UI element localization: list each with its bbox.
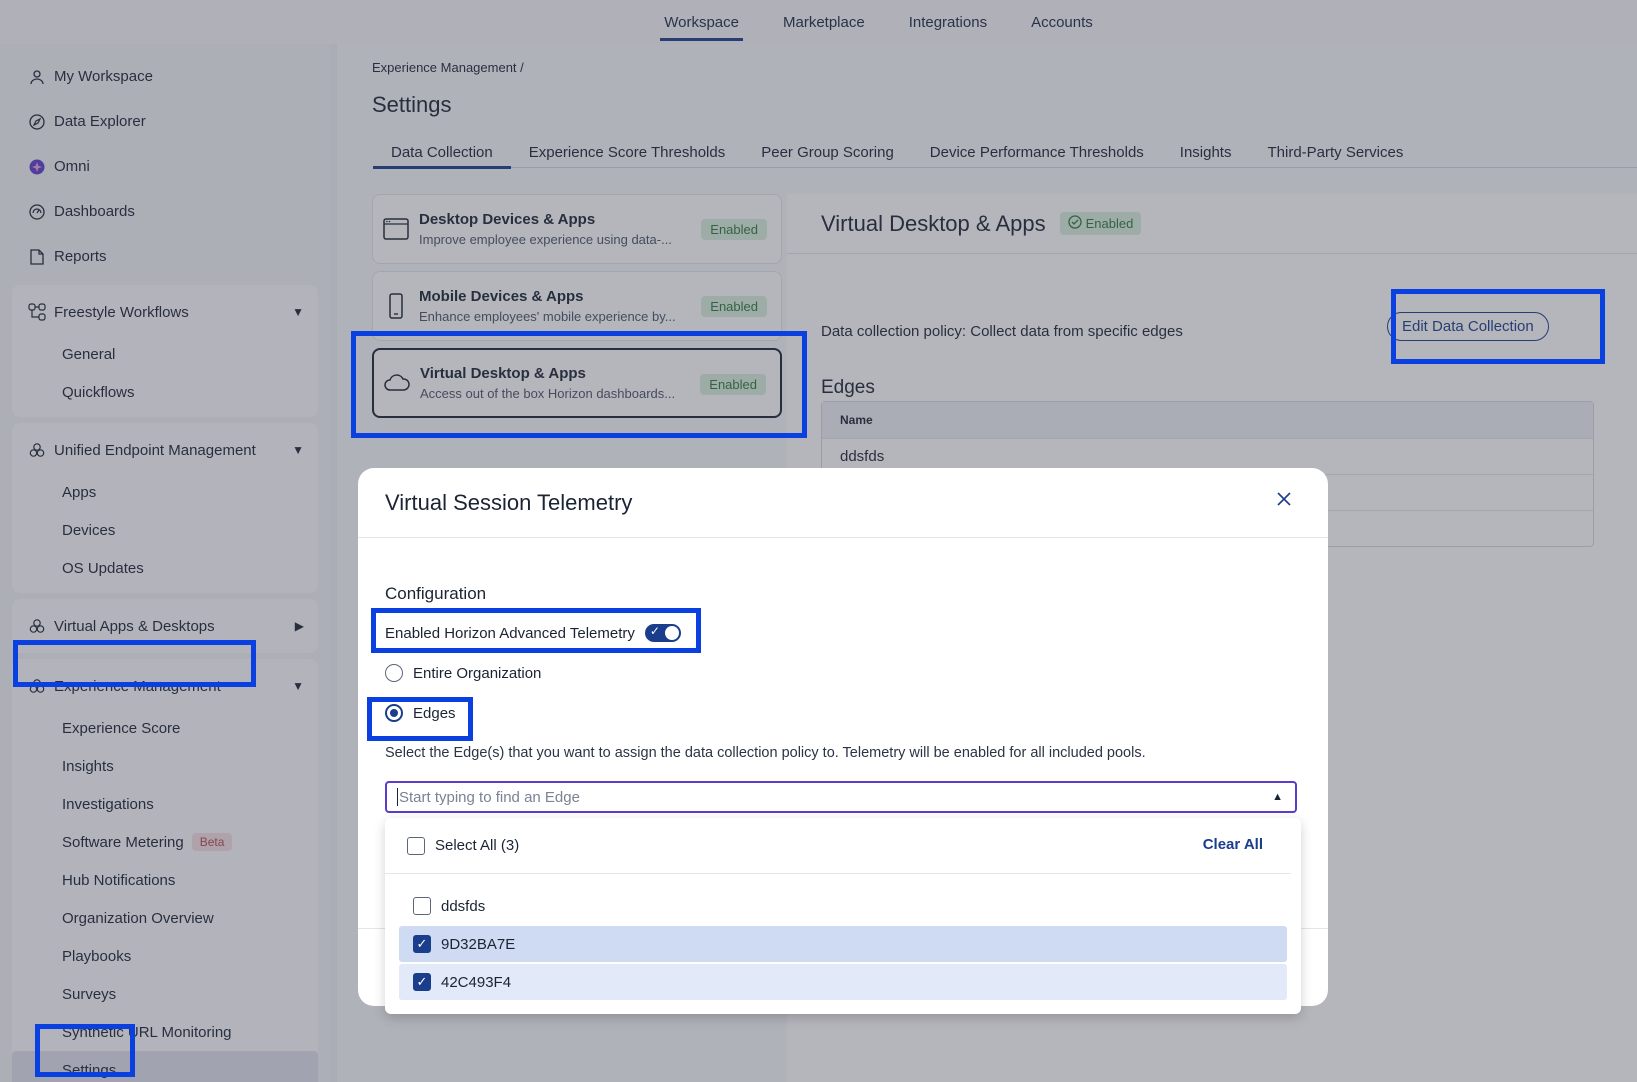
option-checkbox[interactable]: ✓ bbox=[413, 935, 431, 953]
modal-header: Virtual Session Telemetry bbox=[358, 468, 1328, 538]
radio-label: Entire Organization bbox=[413, 664, 542, 682]
page: Workspace Marketplace Integrations Accou… bbox=[0, 0, 1637, 1082]
radio-button[interactable] bbox=[385, 664, 403, 682]
option-label: 42C493F4 bbox=[441, 973, 512, 991]
radio-edges[interactable]: Edges bbox=[385, 704, 456, 722]
clear-all-button[interactable]: Clear All bbox=[1203, 836, 1263, 853]
telemetry-toggle[interactable]: ✓ bbox=[644, 624, 681, 642]
dropdown-option[interactable]: ✓ 9D32BA7E bbox=[399, 926, 1287, 962]
modal-title: Virtual Session Telemetry bbox=[385, 489, 633, 515]
select-all-checkbox[interactable] bbox=[407, 836, 425, 855]
configuration-heading: Configuration bbox=[385, 584, 487, 603]
radio-label: Edges bbox=[413, 704, 456, 722]
edge-search-placeholder: Start typing to find an Edge bbox=[399, 788, 580, 806]
chevron-up-icon[interactable]: ▲ bbox=[1272, 791, 1283, 803]
telemetry-toggle-row: Enabled Horizon Advanced Telemetry ✓ bbox=[385, 624, 681, 642]
edge-search-input[interactable]: Start typing to find an Edge ▲ bbox=[385, 781, 1297, 813]
edge-dropdown: Select All (3) Clear All ddsfds ✓ 9D32BA… bbox=[385, 818, 1301, 1014]
option-label: ddsfds bbox=[441, 897, 486, 915]
radio-entire-organization[interactable]: Entire Organization bbox=[385, 664, 541, 682]
option-checkbox[interactable] bbox=[413, 897, 431, 915]
dropdown-option[interactable]: ✓ 42C493F4 bbox=[399, 964, 1287, 1000]
option-checkbox[interactable]: ✓ bbox=[413, 973, 431, 991]
select-all-label[interactable]: Select All (3) bbox=[435, 837, 519, 854]
select-all-row: Select All (3) Clear All bbox=[385, 818, 1291, 874]
close-icon[interactable] bbox=[1272, 488, 1296, 512]
toggle-label: Enabled Horizon Advanced Telemetry bbox=[385, 624, 635, 642]
dropdown-option[interactable]: ddsfds bbox=[399, 888, 1287, 924]
check-icon: ✓ bbox=[649, 624, 660, 638]
help-text: Select the Edge(s) that you want to assi… bbox=[385, 745, 1146, 761]
radio-button[interactable] bbox=[385, 704, 403, 722]
option-label: 9D32BA7E bbox=[441, 935, 516, 953]
